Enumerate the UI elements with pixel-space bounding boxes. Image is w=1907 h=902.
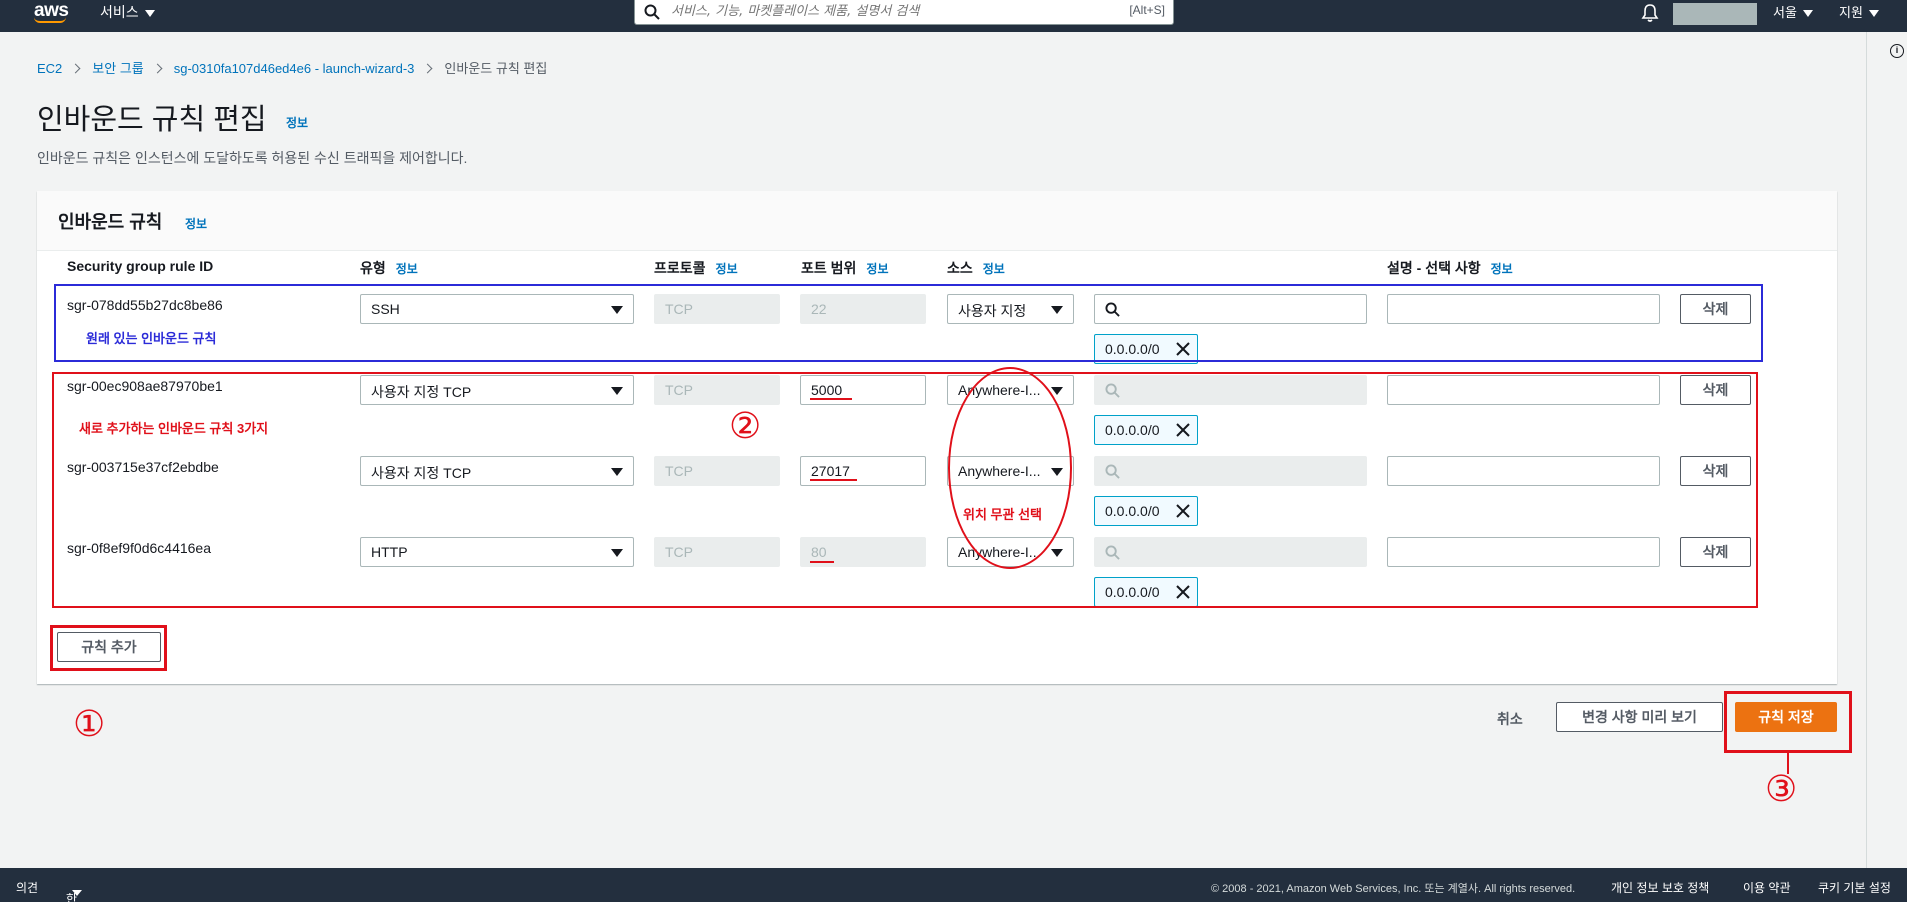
services-menu[interactable]: 서비스 — [100, 2, 155, 22]
feedback-link[interactable]: 의견 — [16, 879, 38, 896]
support-label: 지원 — [1839, 5, 1863, 20]
global-search-input[interactable] — [671, 0, 1091, 22]
notification-bell-icon[interactable] — [1641, 3, 1659, 23]
annotation-new-rules-box — [52, 372, 1758, 608]
column-header-type: 유형 정보 — [360, 258, 418, 278]
source-info-link[interactable]: 정보 — [983, 262, 1005, 276]
annotation-save-box — [1724, 691, 1852, 753]
info-icon[interactable]: i — [1890, 44, 1904, 58]
footer: 의견 한국어 © 2008 - 2021, Amazon Web Service… — [0, 868, 1907, 902]
breadcrumb: EC2 보안 그룹 sg-0310fa107d46ed4e6 - launch-wi… — [37, 58, 547, 77]
column-header-protocol: 프로토콜 정보 — [654, 258, 738, 278]
caret-down-icon — [1802, 10, 1813, 18]
column-header-source: 소스 정보 — [947, 258, 1005, 278]
panel-header: 인바운드 규칙 정보 — [37, 191, 1837, 251]
annotation-step-2: ② — [729, 406, 762, 447]
breadcrumb-security-groups[interactable]: 보안 그룹 — [92, 61, 143, 76]
region-menu[interactable]: 서울 — [1773, 2, 1813, 21]
search-icon — [644, 4, 660, 20]
breadcrumb-current: 인바운드 규칙 편집 — [444, 61, 548, 76]
panel-info-link[interactable]: 정보 — [185, 215, 207, 232]
services-label: 서비스 — [100, 4, 139, 20]
chevron-right-icon — [70, 63, 81, 74]
global-search[interactable]: [Alt+S] — [634, 0, 1174, 25]
page-title: 인바운드 규칙 편집 — [37, 104, 267, 136]
column-header-port-range-label: 포트 범위 — [801, 260, 857, 276]
annotation-port-underline — [810, 561, 834, 563]
tools-rail — [1866, 32, 1907, 868]
breadcrumb-security-group[interactable]: sg-0310fa107d46ed4e6 - launch-wizard-3 — [174, 61, 415, 76]
column-header-port-range: 포트 범위 정보 — [801, 258, 889, 278]
column-header-description: 설명 - 선택 사항 정보 — [1387, 258, 1513, 278]
annotation-port-underline — [810, 398, 852, 400]
page-description: 인바운드 규칙은 인스턴스에 도달하도록 허용된 수신 트래픽을 제어합니다. — [37, 150, 468, 166]
title-info-link[interactable]: 정보 — [286, 114, 308, 131]
column-header-description-label: 설명 - 선택 사항 — [1387, 260, 1481, 276]
copyright: © 2008 - 2021, Amazon Web Services, Inc.… — [1211, 883, 1576, 895]
top-navigation: aws 서비스 [Alt+S] 서울 지원 — [0, 0, 1907, 32]
column-header-rule-id-label: Security group rule ID — [67, 258, 214, 274]
annotation-step-1: ① — [73, 704, 106, 745]
annotation-new-rules-label: 새로 추가하는 인바운드 규칙 3가지 — [79, 421, 269, 436]
chevron-right-icon — [422, 63, 433, 74]
annotation-anywhere-ellipse — [948, 367, 1072, 569]
port-range-info-link[interactable]: 정보 — [866, 262, 888, 276]
preview-changes-button[interactable]: 변경 사항 미리 보기 — [1556, 702, 1723, 732]
annotation-anywhere-label: 위치 무관 선택 — [963, 507, 1042, 522]
column-header-type-label: 유형 — [360, 260, 386, 276]
column-header-source-label: 소스 — [947, 260, 973, 276]
cookie-preferences-link[interactable]: 쿠키 기본 설정 — [1818, 879, 1891, 896]
column-header-protocol-label: 프로토콜 — [654, 260, 706, 276]
protocol-info-link[interactable]: 정보 — [716, 262, 738, 276]
caret-down-icon — [72, 890, 82, 896]
breadcrumb-ec2[interactable]: EC2 — [37, 61, 62, 76]
annotation-add-rule-box — [50, 625, 167, 671]
terms-link[interactable]: 이용 약관 — [1743, 879, 1791, 896]
panel-title: 인바운드 규칙 — [58, 212, 163, 232]
account-menu[interactable] — [1673, 3, 1757, 25]
annotation-step-3: ③ — [1765, 769, 1798, 810]
aws-logo-smile — [34, 17, 66, 23]
description-info-link[interactable]: 정보 — [1491, 262, 1513, 276]
annotation-existing-rule-label: 원래 있는 인바운드 규칙 — [86, 331, 217, 346]
privacy-link[interactable]: 개인 정보 보호 정책 — [1611, 879, 1709, 896]
cancel-button[interactable]: 취소 — [1497, 709, 1523, 729]
type-info-link[interactable]: 정보 — [396, 262, 418, 276]
chevron-right-icon — [152, 63, 163, 74]
column-header-rule-id: Security group rule ID — [67, 258, 213, 274]
region-label: 서울 — [1773, 5, 1797, 20]
caret-down-icon — [144, 9, 155, 17]
support-menu[interactable]: 지원 — [1839, 2, 1879, 21]
caret-down-icon — [1868, 10, 1879, 18]
search-shortcut: [Alt+S] — [1129, 3, 1165, 17]
annotation-port-underline — [810, 479, 857, 481]
annotation-existing-rule-box — [54, 284, 1763, 362]
